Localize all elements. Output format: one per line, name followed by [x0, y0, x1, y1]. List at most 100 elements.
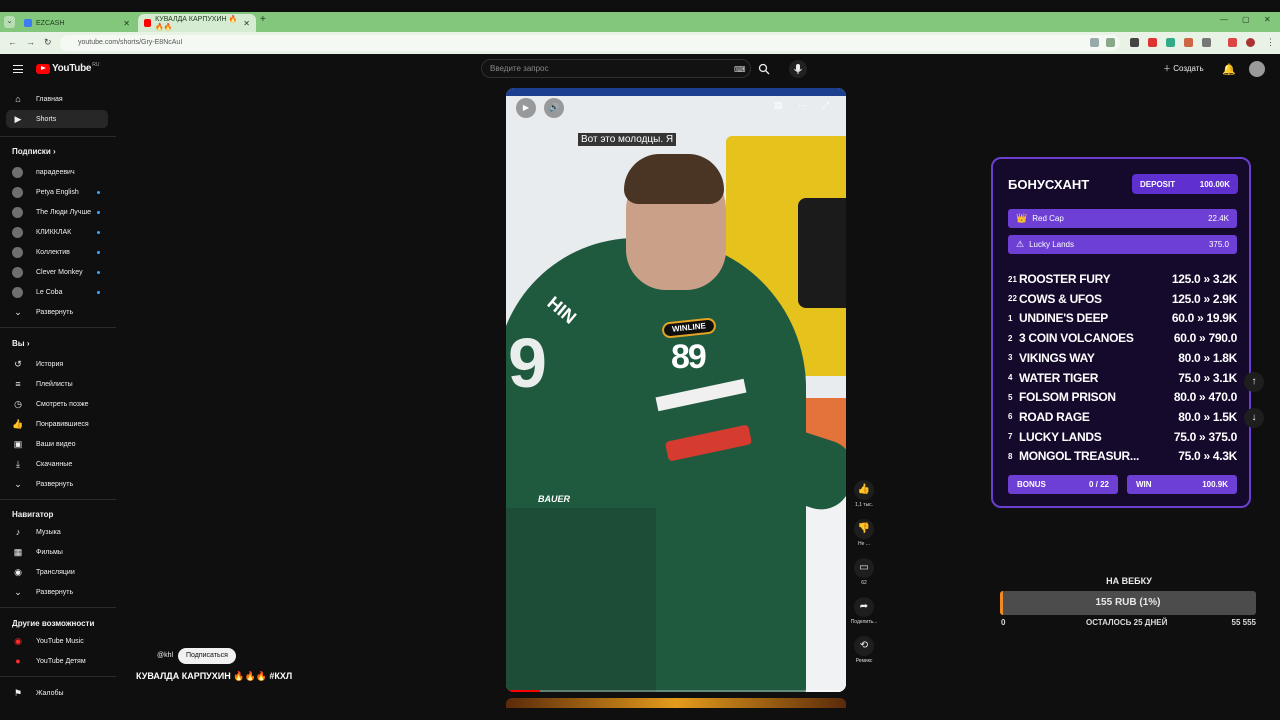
divider — [0, 136, 116, 137]
music-icon: ♪ — [15, 527, 21, 537]
extension-icon[interactable] — [1228, 38, 1237, 47]
more-options-icon[interactable]: ⋯ — [798, 100, 807, 111]
browser-tab-ezcash[interactable]: EZCASH ✕ — [18, 14, 136, 32]
sidebar-subscription[interactable]: парадеевич — [6, 163, 108, 181]
play-icon[interactable]: ▶ — [516, 98, 536, 118]
sidebar-subscription[interactable]: The Люди Лучше — [6, 203, 108, 221]
expand-navigator[interactable]: ⌄ Развернуть — [6, 583, 108, 601]
previous-short-arrow-icon[interactable]: ↑ — [1244, 372, 1264, 392]
sidebar-item-history[interactable]: ↺ История — [6, 355, 108, 373]
next-short-preview[interactable] — [506, 698, 846, 708]
expand-subscriptions[interactable]: ⌄ Развернуть — [6, 303, 108, 321]
like-button[interactable]: 👍 1,1 тыс. — [848, 480, 880, 508]
subscriptions-heading[interactable]: Подписки › — [12, 147, 56, 156]
extension-icon[interactable] — [1184, 38, 1193, 47]
sidebar-item-playlists[interactable]: ≡ Плейлисты — [6, 375, 108, 393]
keyboard-icon[interactable]: ⌨ — [734, 65, 746, 74]
chevron-down-icon: ⌄ — [14, 587, 22, 597]
sidebar-item-watch-later[interactable]: ◷ Смотреть позже — [6, 395, 108, 413]
sidebar-item-label: Смотреть позже — [36, 400, 89, 408]
sidebar-subscription[interactable]: Le Coba — [6, 283, 108, 301]
account-avatar[interactable] — [1249, 61, 1265, 77]
microphone-icon[interactable] — [789, 60, 807, 78]
tab-search-button[interactable]: ⌄ — [4, 16, 15, 28]
new-tab-button[interactable]: + — [260, 14, 266, 25]
dislike-button[interactable]: 👎 Не ... — [848, 519, 880, 547]
close-window-icon[interactable]: ✕ — [1264, 15, 1271, 24]
share-button[interactable]: ➦ Поделить... — [848, 597, 880, 625]
player-pants — [506, 508, 656, 692]
channel-avatar — [12, 246, 23, 258]
browser-tab-youtube[interactable]: КУВАЛДА КАРПУХИН 🔥🔥🔥 ✕ — [138, 14, 256, 32]
bookmark-star-icon[interactable] — [1106, 38, 1115, 47]
you-heading[interactable]: Вы › — [12, 339, 30, 348]
maximize-icon[interactable]: ▢ — [1242, 15, 1250, 24]
comment-count: 62 — [861, 580, 867, 586]
dislike-label: Не ... — [858, 541, 870, 547]
url-field[interactable]: youtube.com/shorts/Gry-E8NcAuI — [60, 35, 1120, 51]
back-icon[interactable]: ← — [8, 37, 17, 47]
sidebar-subscription[interactable]: Petya English — [6, 183, 108, 201]
video-progress-bar[interactable] — [506, 690, 846, 692]
notifications-bell-icon[interactable]: 🔔 — [1222, 63, 1236, 76]
sidebar-item-youtube-kids[interactable]: ● YouTube Детям — [6, 652, 108, 670]
sidebar-subscription[interactable]: Коллектив — [6, 243, 108, 261]
remix-button[interactable]: ⟲ Ремикс — [848, 636, 880, 664]
bonus-row: 21 ROOSTER FURY 125.0 » 3.2K — [1008, 270, 1237, 288]
flag-icon: ⚑ — [13, 688, 23, 698]
divider — [0, 327, 116, 328]
sidebar-subscription[interactable]: КЛИККЛАК — [6, 223, 108, 241]
sidebar-item-label: Shorts — [36, 115, 57, 123]
browser-menu-icon[interactable]: ⋮ — [1266, 37, 1275, 48]
sidebar-item-youtube-music[interactable]: ◉ YouTube Music — [6, 632, 108, 650]
bonus-index: 5 — [1008, 392, 1013, 402]
minimize-icon[interactable]: — — [1220, 15, 1228, 24]
expand-label: Развернуть — [36, 480, 74, 488]
subscribe-button[interactable]: Подписаться — [178, 648, 236, 664]
comments-button[interactable]: ▭ 62 — [848, 558, 880, 586]
reload-icon[interactable]: ↻ — [44, 37, 52, 48]
search-input[interactable]: Введите запрос — [481, 59, 751, 78]
next-short-arrow-icon[interactable]: ↓ — [1244, 408, 1264, 428]
create-button[interactable]: ＋ Создать — [1163, 63, 1204, 74]
sidebar-item-films[interactable]: ▦ Фильмы — [6, 543, 108, 561]
dislike-icon: 👎 — [854, 519, 874, 539]
profile-avatar[interactable] — [1246, 38, 1255, 47]
sidebar-item-home[interactable]: ⌂ Главная — [6, 90, 108, 108]
menu-icon[interactable] — [13, 65, 23, 73]
sidebar-item-music[interactable]: ♪ Музыка — [6, 523, 108, 541]
sidebar-subscription[interactable]: Clever Monkey — [6, 263, 108, 281]
close-tab-icon[interactable]: ✕ — [243, 19, 250, 28]
extension-icon[interactable] — [1130, 38, 1139, 47]
fullscreen-icon[interactable]: ⤢ — [822, 100, 829, 111]
cast-icon[interactable] — [1090, 38, 1099, 47]
close-tab-icon[interactable]: ✕ — [123, 19, 130, 28]
channel-avatar — [12, 166, 23, 178]
sidebar-item-shorts[interactable]: ▶ Shorts — [6, 110, 108, 128]
sidebar-item-your-videos[interactable]: ▣ Ваши видео — [6, 435, 108, 453]
new-content-dot — [97, 230, 100, 234]
goal-progress-bar: 155 RUB (1%) — [1000, 591, 1256, 615]
sidebar-item-label: Плейлисты — [36, 380, 73, 388]
expand-you[interactable]: ⌄ Развернуть — [6, 475, 108, 493]
video-progress-fill — [506, 690, 540, 692]
channel-handle[interactable]: @khl — [157, 652, 173, 659]
sidebar-item-downloads[interactable]: ⤓ Скачанные — [6, 455, 108, 473]
captions-icon[interactable]: ▤ — [774, 100, 783, 111]
sidebar-item-report[interactable]: ⚑ Жалобы — [6, 684, 108, 702]
extension-icon[interactable] — [1166, 38, 1175, 47]
shorts-video-player[interactable]: 9 HIN WINLINE 89 BAUER ▶ 🔊 ▤ ⋯ ⤢ Вот это… — [506, 88, 846, 692]
bonushunt-widget: БОНУСХАНТ DEPOSIT 100.00K 👑 Red Cap 22.4… — [991, 157, 1251, 508]
win-label: WIN — [1136, 480, 1152, 489]
video-title[interactable]: КУВАЛДА КАРПУХИН 🔥🔥🔥 #КХЛ — [136, 671, 292, 682]
forward-icon[interactable]: → — [26, 37, 35, 47]
search-icon[interactable] — [758, 62, 770, 75]
film-icon: ▦ — [13, 547, 23, 557]
extensions-puzzle-icon[interactable] — [1202, 38, 1211, 47]
youtube-logo[interactable]: YouTube RU — [36, 62, 99, 74]
bonus-row: 8 MONGOL TREASUR... 75.0 » 4.3K — [1008, 447, 1237, 465]
volume-icon[interactable]: 🔊 — [544, 98, 564, 118]
extension-icon[interactable] — [1148, 38, 1157, 47]
sidebar-item-live[interactable]: ◉ Трансляции — [6, 563, 108, 581]
sidebar-item-liked[interactable]: 👍 Понравившиеся — [6, 415, 108, 433]
